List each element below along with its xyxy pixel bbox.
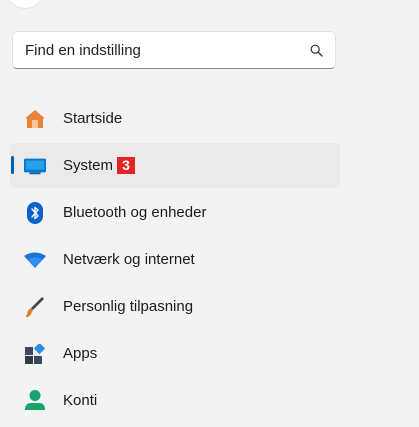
brush-icon xyxy=(24,296,46,318)
nav-item-system[interactable]: System 3 xyxy=(10,143,340,188)
nav-item-network[interactable]: Netværk og internet xyxy=(10,237,340,282)
bluetooth-icon xyxy=(24,201,46,224)
nav-item-label: Personlig tilpasning xyxy=(63,298,194,315)
annotation-badge: 3 xyxy=(117,157,136,174)
nav-item-label: System xyxy=(63,157,114,174)
home-icon xyxy=(24,108,46,130)
nav-item-label: Bluetooth og enheder xyxy=(63,204,207,221)
selection-indicator xyxy=(11,156,14,174)
nav-item-label: Netværk og internet xyxy=(63,251,195,268)
nav-item-accounts[interactable]: Konti xyxy=(10,378,340,423)
wifi-icon xyxy=(24,249,46,271)
nav-item-personalization[interactable]: Personlig tilpasning xyxy=(10,284,340,329)
search-icon[interactable] xyxy=(310,44,323,57)
nav-item-label: Startside xyxy=(63,110,123,127)
settings-nav: Startside System 3 Bluetooth og enheder xyxy=(10,96,340,425)
nav-item-bluetooth[interactable]: Bluetooth og enheder xyxy=(10,190,340,235)
account-icon xyxy=(24,389,46,412)
search-input[interactable]: Find en indstilling xyxy=(12,31,336,69)
search-placeholder: Find en indstilling xyxy=(25,41,141,59)
system-monitor-icon xyxy=(24,155,46,177)
user-avatar[interactable] xyxy=(6,0,44,8)
nav-item-startside[interactable]: Startside xyxy=(10,96,340,141)
apps-icon xyxy=(24,343,46,365)
nav-item-apps[interactable]: Apps xyxy=(10,331,340,376)
nav-item-label: Konti xyxy=(63,392,98,409)
nav-item-label: Apps xyxy=(63,345,98,362)
